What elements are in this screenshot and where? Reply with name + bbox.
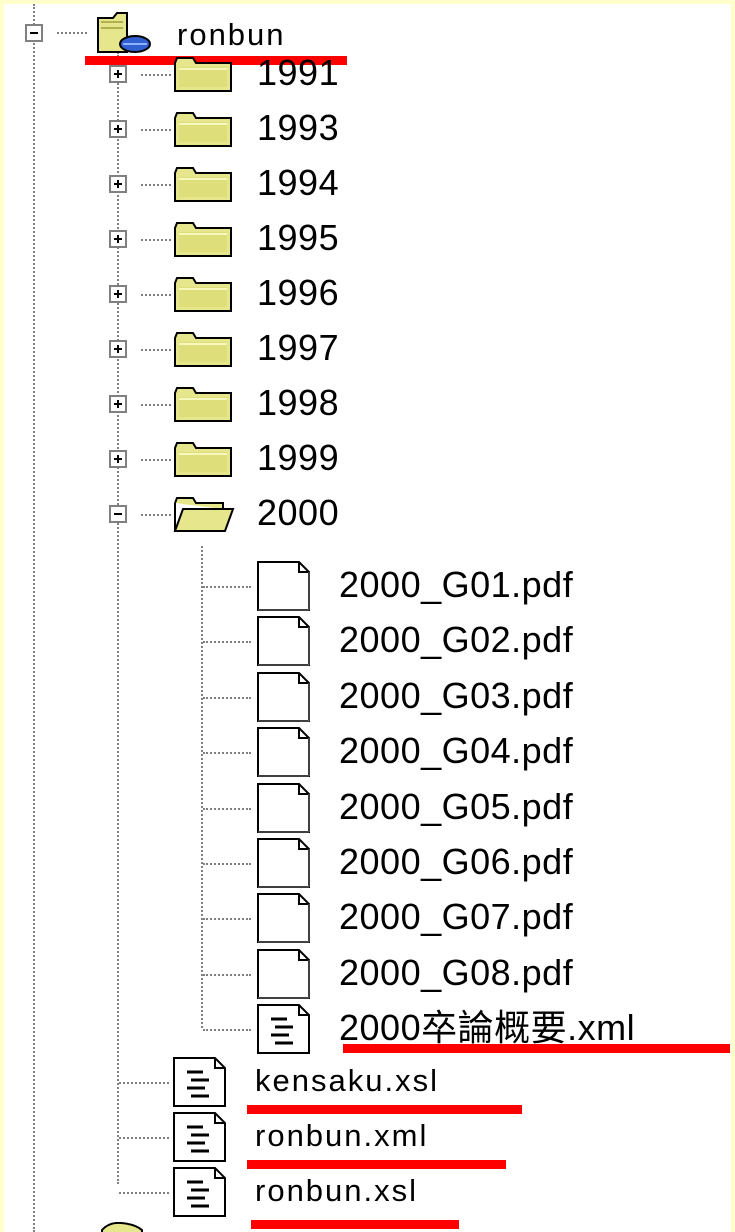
- expand-toggle[interactable]: [109, 395, 127, 413]
- level1-tree-line: [117, 52, 119, 1184]
- tree-connector: [141, 184, 171, 186]
- expand-toggle[interactable]: [109, 65, 127, 83]
- file-label[interactable]: ronbun.xsl: [255, 1169, 418, 1213]
- tree-connector: [203, 1029, 251, 1031]
- tree-connector: [119, 1192, 169, 1194]
- file-label[interactable]: 2000_G02.pdf: [339, 618, 573, 662]
- text-file-icon: [255, 1003, 315, 1060]
- network-folder-icon: [97, 12, 151, 53]
- folder-label[interactable]: 1999: [257, 436, 339, 480]
- tree-connector: [203, 974, 251, 976]
- expand-toggle[interactable]: [109, 285, 127, 303]
- tree-connector: [141, 74, 171, 76]
- highlight-underline: [343, 1044, 730, 1053]
- file-label[interactable]: 2000_G05.pdf: [339, 785, 573, 829]
- root-tree-line: [33, 4, 35, 1232]
- tree-connector: [141, 404, 171, 406]
- expand-toggle[interactable]: [109, 340, 127, 358]
- text-file-icon: [171, 1166, 231, 1223]
- tree-connector: [203, 863, 251, 865]
- file-label[interactable]: 2000_G03.pdf: [339, 674, 573, 718]
- tree-connector: [203, 808, 251, 810]
- folder-label[interactable]: 1996: [257, 271, 339, 315]
- tree-connector: [141, 459, 171, 461]
- blank-file-icon: [255, 560, 315, 617]
- tree-connector: [141, 294, 171, 296]
- text-file-icon: [171, 1056, 231, 1113]
- folder-label[interactable]: 1995: [257, 216, 339, 260]
- blank-file-icon: [255, 782, 315, 839]
- folder-icon: [173, 440, 235, 483]
- collapse-toggle[interactable]: [109, 505, 127, 523]
- folder-label[interactable]: 1997: [257, 326, 339, 370]
- file-label[interactable]: 2000_G06.pdf: [339, 840, 573, 884]
- folder-icon: [173, 275, 235, 318]
- folder-icon: [101, 1222, 143, 1232]
- tree-connector: [141, 514, 171, 516]
- file-label[interactable]: 2000_G07.pdf: [339, 895, 573, 939]
- folder-label[interactable]: 2000: [257, 491, 339, 535]
- tree-connector: [141, 239, 171, 241]
- tree-connector: [203, 918, 251, 920]
- tree-connector: [203, 752, 251, 754]
- expand-toggle[interactable]: [109, 175, 127, 193]
- expand-toggle[interactable]: [109, 120, 127, 138]
- folder-icon: [173, 110, 235, 153]
- text-file-icon: [171, 1111, 231, 1168]
- tree-connector: [203, 641, 251, 643]
- tree-connector: [203, 697, 251, 699]
- file-label[interactable]: ronbun.xml: [255, 1114, 428, 1158]
- blank-file-icon: [255, 615, 315, 672]
- folder-icon: [173, 385, 235, 428]
- folder-label[interactable]: 1994: [257, 161, 339, 205]
- open-folder-icon: [173, 495, 235, 538]
- collapse-toggle[interactable]: [25, 24, 43, 42]
- expand-toggle[interactable]: [109, 450, 127, 468]
- tree-connector: [119, 1082, 169, 1084]
- folder-label[interactable]: 1993: [257, 106, 339, 150]
- file-label[interactable]: kensaku.xsl: [255, 1059, 439, 1103]
- file-label[interactable]: 2000_G04.pdf: [339, 729, 573, 773]
- folder-label[interactable]: 1998: [257, 381, 339, 425]
- highlight-underline: [251, 1220, 459, 1229]
- folder-tree-view[interactable]: ronbun 1991 1993 1994 1995 1996 1997 1998 1999 2…: [4, 4, 731, 1232]
- file-label[interactable]: 2000_G08.pdf: [339, 951, 573, 995]
- root-connector: [57, 32, 87, 34]
- blank-file-icon: [255, 892, 315, 949]
- highlight-underline: [247, 1160, 506, 1169]
- folder-icon: [173, 220, 235, 263]
- folder-label[interactable]: 1991: [257, 51, 339, 95]
- level2-tree-line: [201, 546, 203, 1028]
- folder-icon: [173, 165, 235, 208]
- tree-connector: [203, 586, 251, 588]
- tree-connector: [141, 349, 171, 351]
- tree-connector: [141, 129, 171, 131]
- blank-file-icon: [255, 671, 315, 728]
- expand-toggle[interactable]: [109, 230, 127, 248]
- tree-connector: [119, 1137, 169, 1139]
- blank-file-icon: [255, 948, 315, 1005]
- blank-file-icon: [255, 837, 315, 894]
- file-label[interactable]: 2000_G01.pdf: [339, 563, 573, 607]
- blank-file-icon: [255, 726, 315, 783]
- folder-icon: [173, 330, 235, 373]
- highlight-underline: [247, 1105, 522, 1114]
- folder-icon: [173, 55, 235, 98]
